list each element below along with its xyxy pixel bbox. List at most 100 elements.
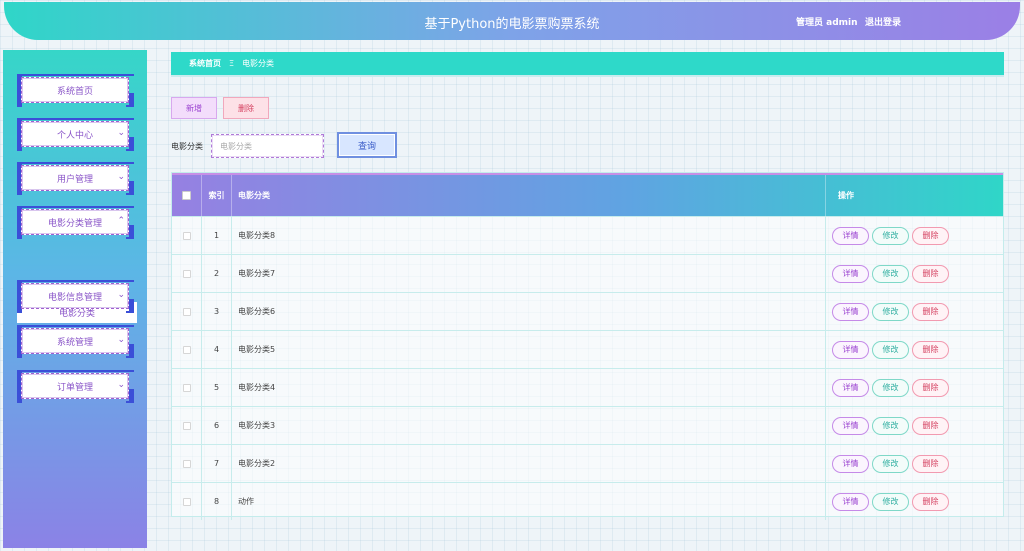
row-checkbox-cell bbox=[172, 331, 202, 368]
category-table: 索引 电影分类 操作 1 电影分类8 详情 修改 删除 2 电影分类7 详情 修改 删除 3 电影分类… bbox=[171, 172, 1004, 520]
sidebar-item-label[interactable]: 个人中心 bbox=[21, 121, 129, 147]
detail-button[interactable]: 详情 bbox=[832, 226, 869, 245]
detail-button[interactable]: 详情 bbox=[832, 302, 869, 321]
row-category-name: 动作 bbox=[238, 497, 254, 506]
sidebar-item-movie-info[interactable]: 电影信息管理 ⌄ bbox=[17, 280, 134, 313]
table-row: 1 电影分类8 详情 修改 删除 bbox=[172, 216, 1003, 254]
sidebar-item-user-management[interactable]: 用户管理 ⌄ bbox=[17, 162, 134, 195]
breadcrumb-current: 电影分类 bbox=[242, 59, 275, 68]
detail-button[interactable]: 详情 bbox=[832, 454, 869, 473]
row-category-name: 电影分类2 bbox=[238, 459, 276, 468]
row-checkbox-cell bbox=[172, 217, 202, 254]
current-user: 管理员 admin bbox=[796, 18, 858, 28]
row-actions: 详情 修改 删除 bbox=[825, 255, 1003, 292]
sidebar-item-order-management[interactable]: 订单管理 ⌄ bbox=[17, 370, 134, 403]
delete-button[interactable]: 删除 bbox=[912, 492, 949, 511]
row-index: 8 bbox=[202, 483, 232, 520]
sidebar-item-personal-center[interactable]: 个人中心 ⌄ bbox=[17, 118, 134, 151]
sidebar-item-label[interactable]: 电影分类管理 bbox=[21, 209, 129, 235]
search-input[interactable] bbox=[211, 134, 324, 158]
row-actions: 详情 修改 删除 bbox=[825, 331, 1003, 368]
row-checkbox[interactable] bbox=[182, 307, 191, 316]
search-button[interactable]: 查询 bbox=[337, 132, 397, 158]
chevron-down-icon: ⌄ bbox=[117, 380, 125, 390]
sidebar: 系统首页 个人中心 ⌄ 用户管理 ⌄ 电影分类管理 ⌃ 电影分类 电影信息管理 … bbox=[3, 50, 147, 548]
sidebar-item-label[interactable]: 电影信息管理 bbox=[21, 283, 129, 309]
delete-button[interactable]: 删除 bbox=[912, 340, 949, 359]
edit-button[interactable]: 修改 bbox=[872, 378, 909, 397]
row-checkbox[interactable] bbox=[182, 345, 191, 354]
detail-button[interactable]: 详情 bbox=[832, 264, 869, 283]
table-row: 2 电影分类7 详情 修改 删除 bbox=[172, 254, 1003, 292]
detail-button[interactable]: 详情 bbox=[832, 416, 869, 435]
sidebar-item-home[interactable]: 系统首页 bbox=[17, 74, 134, 107]
row-actions: 详情 修改 删除 bbox=[825, 293, 1003, 330]
row-category-name: 电影分类8 bbox=[238, 231, 276, 240]
add-button[interactable]: 新增 bbox=[171, 97, 217, 119]
row-index: 3 bbox=[202, 293, 232, 330]
row-checkbox[interactable] bbox=[182, 459, 191, 468]
table-row: 7 电影分类2 详情 修改 删除 bbox=[172, 444, 1003, 482]
detail-button[interactable]: 详情 bbox=[832, 340, 869, 359]
search-label: 电影分类 bbox=[171, 142, 203, 151]
row-actions: 详情 修改 删除 bbox=[825, 407, 1003, 444]
row-actions: 详情 修改 删除 bbox=[825, 483, 1003, 520]
breadcrumb-separator-icon: Ξ bbox=[229, 59, 235, 68]
delete-button[interactable]: 删除 bbox=[912, 226, 949, 245]
table-row: 3 电影分类6 详情 修改 删除 bbox=[172, 292, 1003, 330]
row-checkbox-cell bbox=[172, 369, 202, 406]
edit-button[interactable]: 修改 bbox=[872, 302, 909, 321]
edit-button[interactable]: 修改 bbox=[872, 492, 909, 511]
row-category-name: 电影分类3 bbox=[238, 421, 276, 430]
chevron-down-icon: ⌄ bbox=[117, 290, 125, 300]
row-checkbox[interactable] bbox=[182, 231, 191, 240]
row-checkbox[interactable] bbox=[182, 269, 191, 278]
delete-button[interactable]: 删除 bbox=[912, 264, 949, 283]
chevron-down-icon: ⌄ bbox=[117, 128, 125, 138]
table-row: 5 电影分类4 详情 修改 删除 bbox=[172, 368, 1003, 406]
delete-button[interactable]: 删除 bbox=[912, 454, 949, 473]
logout-link[interactable]: 退出登录 bbox=[865, 15, 901, 28]
delete-button[interactable]: 删除 bbox=[912, 302, 949, 321]
row-index: 7 bbox=[202, 445, 232, 482]
sidebar-item-label[interactable]: 订单管理 bbox=[21, 373, 129, 399]
breadcrumb-home[interactable]: 系统首页 bbox=[189, 58, 221, 69]
select-all-checkbox[interactable] bbox=[182, 191, 191, 200]
edit-button[interactable]: 修改 bbox=[872, 226, 909, 245]
delete-button[interactable]: 删除 bbox=[912, 378, 949, 397]
row-index: 6 bbox=[202, 407, 232, 444]
detail-button[interactable]: 详情 bbox=[832, 492, 869, 511]
row-actions: 详情 修改 删除 bbox=[825, 369, 1003, 406]
batch-delete-button[interactable]: 删除 bbox=[223, 97, 269, 119]
edit-button[interactable]: 修改 bbox=[872, 454, 909, 473]
row-index: 5 bbox=[202, 369, 232, 406]
row-index: 4 bbox=[202, 331, 232, 368]
table-row: 8 动作 详情 修改 删除 bbox=[172, 482, 1003, 520]
sidebar-item-label[interactable]: 系统首页 bbox=[21, 77, 129, 103]
row-checkbox-cell bbox=[172, 445, 202, 482]
edit-button[interactable]: 修改 bbox=[872, 340, 909, 359]
sidebar-item-label[interactable]: 用户管理 bbox=[21, 165, 129, 191]
row-checkbox-cell bbox=[172, 483, 202, 520]
row-category-name: 电影分类4 bbox=[238, 383, 276, 392]
breadcrumb: 系统首页 Ξ 电影分类 bbox=[171, 52, 1004, 77]
chevron-down-icon: ⌄ bbox=[117, 172, 125, 182]
header-name: 电影分类 bbox=[238, 191, 270, 200]
edit-button[interactable]: 修改 bbox=[872, 264, 909, 283]
row-index: 2 bbox=[202, 255, 232, 292]
table-header: 索引 电影分类 操作 bbox=[172, 173, 1003, 216]
edit-button[interactable]: 修改 bbox=[872, 416, 909, 435]
header-checkbox-cell bbox=[172, 175, 202, 216]
table-row: 6 电影分类3 详情 修改 删除 bbox=[172, 406, 1003, 444]
delete-button[interactable]: 删除 bbox=[912, 416, 949, 435]
row-checkbox[interactable] bbox=[182, 383, 191, 392]
row-checkbox[interactable] bbox=[182, 421, 191, 430]
row-checkbox-cell bbox=[172, 255, 202, 292]
detail-button[interactable]: 详情 bbox=[832, 378, 869, 397]
sidebar-item-label[interactable]: 系统管理 bbox=[21, 328, 129, 354]
row-category-name: 电影分类5 bbox=[238, 345, 276, 354]
sidebar-item-category-management[interactable]: 电影分类管理 ⌃ bbox=[17, 206, 134, 239]
row-checkbox-cell bbox=[172, 293, 202, 330]
sidebar-item-system-management[interactable]: 系统管理 ⌄ bbox=[17, 325, 134, 358]
row-checkbox[interactable] bbox=[182, 497, 191, 506]
